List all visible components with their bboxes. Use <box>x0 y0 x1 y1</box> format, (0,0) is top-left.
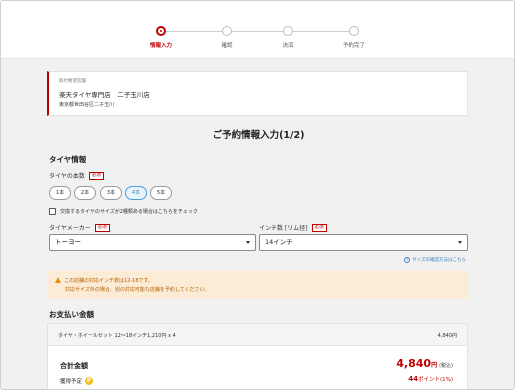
payment-heading: お支払い金額 <box>49 310 94 319</box>
warning-icon <box>55 277 61 283</box>
step-label: 予約完了 <box>342 43 365 49</box>
total-amount: 4,840 <box>396 357 432 370</box>
step-label: 情報入力 <box>149 43 172 49</box>
progress-stepper: 情報入力 確認 決済 予約完了 <box>1 1 514 59</box>
tire-count-2-button[interactable]: 2本 <box>74 186 96 200</box>
rakuten-point-icon: P <box>85 377 94 385</box>
size-help-link[interactable]: ? サイズの確認方法はこちら <box>404 257 466 263</box>
step-dot <box>222 26 232 36</box>
tire-count-5-button[interactable]: 5本 <box>150 186 172 200</box>
payment-item-row: タイヤ・ホイールセット 12〜18インチ1,210円 x 4 4,840円 <box>48 324 467 346</box>
total-label: 合計金額 <box>60 362 88 370</box>
inch-notice: この店舗の対応インチ数は12-18です。 対応サイズ外の場合、別の対応可能な店舗… <box>47 271 468 299</box>
required-badge: 必須 <box>311 223 327 232</box>
payment-box: タイヤ・ホイールセット 12〜18インチ1,210円 x 4 4,840円 合計… <box>47 323 468 389</box>
tax-note: (税込) <box>439 363 453 369</box>
payment-item-label: タイヤ・ホイールセット 12〜18インチ1,210円 x 4 <box>58 333 176 339</box>
chevron-down-icon <box>458 241 462 244</box>
page-title: ご予約情報入力(1/2) <box>212 130 305 141</box>
step-payment: 決済 <box>258 26 318 49</box>
points-unit: ポイント(1%) <box>417 377 453 383</box>
tire-count-1-button[interactable]: 1本 <box>49 186 71 200</box>
step-complete: 予約完了 <box>324 26 384 49</box>
step-dot <box>283 26 293 36</box>
total-price: 4,840円 (税込) <box>396 357 453 370</box>
mixed-size-label[interactable]: 交換するタイヤのサイズが2種類ある場合はこちらをチェック <box>60 208 198 215</box>
mixed-size-option[interactable]: 交換するタイヤのサイズが2種類ある場合はこちらをチェック <box>49 208 198 215</box>
notice-line-2: 対応サイズ外の場合、別の対応可能な店舗を予約してください。 <box>65 287 210 293</box>
points-value: 44ポイント(1%) <box>408 375 453 383</box>
points-amount: 44 <box>408 375 418 383</box>
tire-count-3-button[interactable]: 3本 <box>100 186 122 200</box>
step-confirm: 確認 <box>197 26 257 49</box>
inch-select-value: 14インチ <box>265 238 293 246</box>
step-dot-active <box>156 26 166 36</box>
maker-label-text: タイヤメーカー <box>49 225 91 232</box>
tire-count-label: タイヤの本数 必須 <box>49 171 104 180</box>
total-unit: 円 <box>431 362 438 369</box>
required-badge: 必須 <box>94 223 110 232</box>
size-help-link-text[interactable]: サイズの確認方法はこちら <box>412 257 466 263</box>
maker-label: タイヤメーカー 必須 <box>49 223 110 232</box>
maker-select[interactable]: トーヨー <box>49 234 256 251</box>
inch-select[interactable]: 14インチ <box>259 234 468 251</box>
step-label: 決済 <box>282 43 294 49</box>
tire-count-4-button[interactable]: 4本 <box>125 186 147 200</box>
points-row: 獲得予定 P <box>60 377 94 385</box>
store-name: 楽天タイヤ専門店 二子玉川店 <box>59 91 150 99</box>
payment-item-price: 4,840円 <box>437 333 457 339</box>
tire-info-heading: タイヤ情報 <box>49 155 87 164</box>
step-dot <box>349 26 359 36</box>
store-caption: 取付希望店舗 <box>59 79 86 84</box>
inch-label-text: インチ数 [リム径] <box>259 225 308 232</box>
notice-line-1: この店舗の対応インチ数は12-18です。 <box>64 278 154 284</box>
points-label: 獲得予定 <box>60 379 83 385</box>
chevron-down-icon <box>246 241 250 244</box>
tire-count-label-text: タイヤの本数 <box>49 173 85 180</box>
store-card: 取付希望店舗 楽天タイヤ専門店 二子玉川店 東京都世田谷区二子玉川 <box>47 71 468 116</box>
step-label: 確認 <box>221 43 233 49</box>
reservation-page: 情報入力 確認 決済 予約完了 取付希望店舗 楽天タイヤ専門店 二子玉川店 東京… <box>0 0 515 390</box>
maker-select-value: トーヨー <box>55 238 81 246</box>
step-info-input: 情報入力 <box>131 26 191 49</box>
question-icon: ? <box>404 257 411 263</box>
inch-label: インチ数 [リム径] 必須 <box>259 223 327 232</box>
required-badge: 必須 <box>88 171 104 180</box>
mixed-size-checkbox[interactable] <box>49 208 56 215</box>
store-address: 東京都世田谷区二子玉川 <box>59 102 115 108</box>
